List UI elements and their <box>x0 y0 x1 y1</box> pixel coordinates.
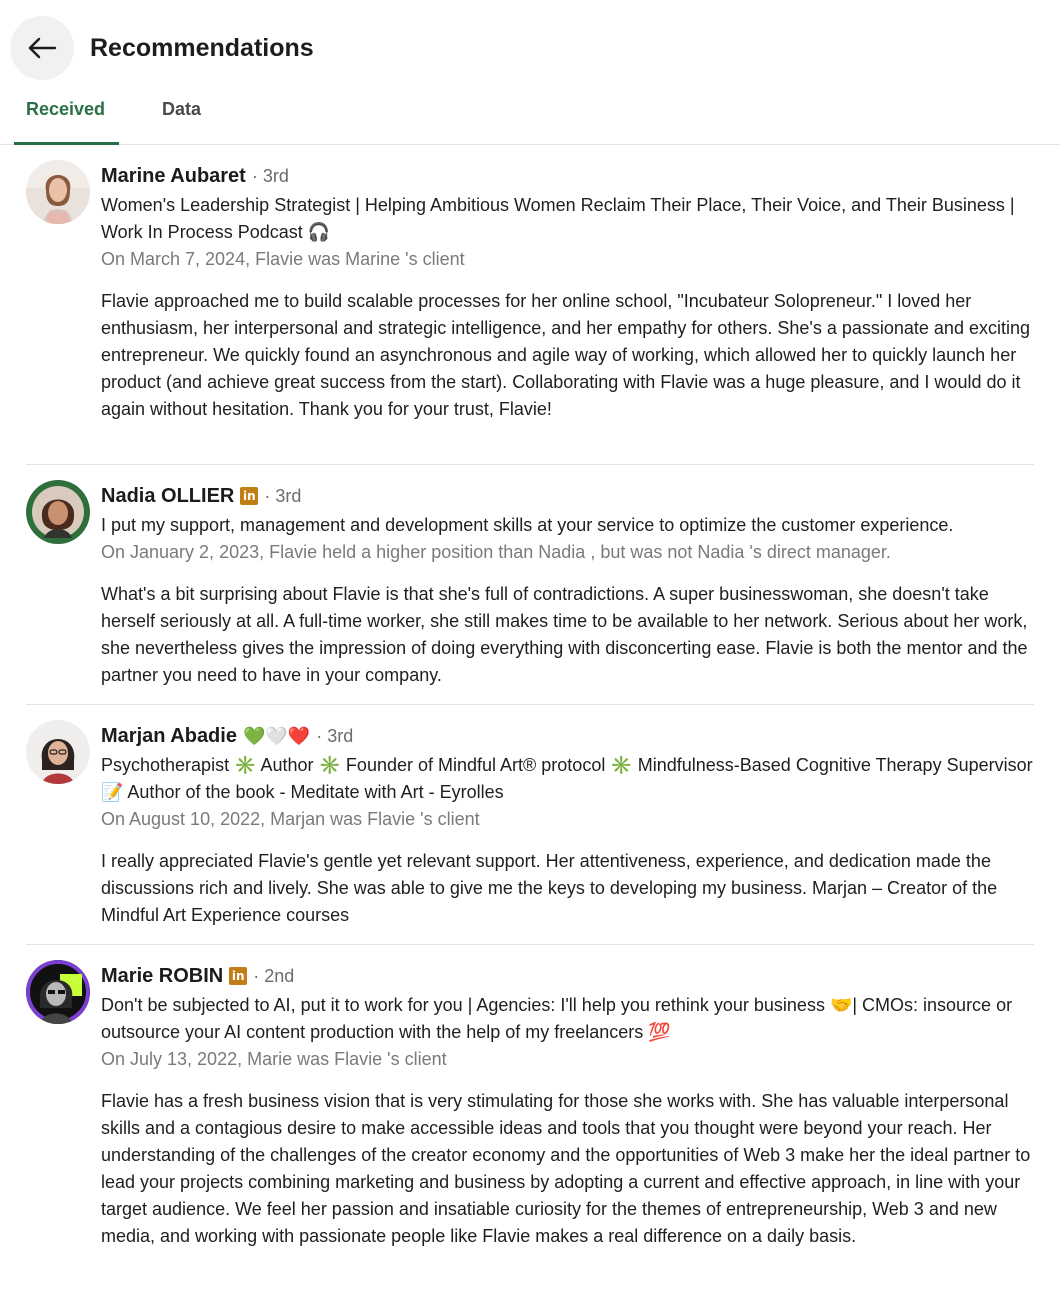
avatar[interactable] <box>26 720 90 784</box>
recommendation-meta: On March 7, 2024, Flavie was Marine 's c… <box>101 249 465 269</box>
active-tab-indicator <box>14 142 119 145</box>
tab-data[interactable]: Data <box>162 99 201 120</box>
name-row: Marjan Abadie 💚🤍❤️ · 3rd <box>101 720 1036 752</box>
recommender-headline: Don't be subjected to AI, put it to work… <box>101 995 1013 1042</box>
connection-degree: · 3rd <box>251 165 289 186</box>
recommender-headline: Psychotherapist ✳️ Author ✳️ Founder of … <box>101 755 1033 802</box>
avatar[interactable] <box>26 480 90 544</box>
connection-degree: · 2nd <box>253 965 295 986</box>
connection-degree: · 3rd <box>264 485 302 506</box>
avatar[interactable] <box>26 960 90 1024</box>
avatar[interactable] <box>26 160 90 224</box>
recommendation-body: Marie ROBIN in · 2nd Don't be subjected … <box>101 960 1036 1250</box>
connection-degree: · 3rd <box>316 725 354 746</box>
recommendation-meta: On July 13, 2022, Marie was Flavie 's cl… <box>101 1049 447 1069</box>
name-row: Nadia OLLIER in · 3rd <box>101 480 1036 512</box>
recommendation-meta: On August 10, 2022, Marjan was Flavie 's… <box>101 809 480 829</box>
name-row: Marine Aubaret · 3rd <box>101 160 1036 192</box>
arrow-left-icon <box>28 37 57 59</box>
page-title: Recommendations <box>90 34 314 62</box>
recommender-headline: Women's Leadership Strategist | Helping … <box>101 195 1015 242</box>
recommendation-text: Flavie approached me to build scalable p… <box>101 291 1030 419</box>
recommendation-body: Nadia OLLIER in · 3rd I put my support, … <box>101 480 1036 689</box>
recommendation-body: Marjan Abadie 💚🤍❤️ · 3rd Psychotherapist… <box>101 720 1036 929</box>
recommendation-text: Flavie has a fresh business vision that … <box>101 1091 1031 1246</box>
recommender-name[interactable]: Marie ROBIN <box>101 965 223 988</box>
tab-received[interactable]: Received <box>26 99 105 120</box>
recommender-headline: I put my support, management and develop… <box>101 515 954 535</box>
divider <box>26 944 1034 945</box>
recommendation-text: I really appreciated Flavie's gentle yet… <box>101 851 998 925</box>
recommendation-meta: On January 2, 2023, Flavie held a higher… <box>101 542 891 562</box>
divider <box>26 704 1034 705</box>
recommendation-body: Marine Aubaret · 3rd Women's Leadership … <box>101 160 1036 423</box>
hearts-emoji-icon: 💚🤍❤️ <box>242 725 311 747</box>
linkedin-badge-icon: in <box>229 967 248 985</box>
recommendation-text: What's a bit surprising about Flavie is … <box>101 584 1028 685</box>
header: Recommendations <box>0 0 1060 95</box>
tab-bar: Received Data <box>0 95 1060 145</box>
back-button[interactable] <box>10 16 74 80</box>
divider <box>26 464 1034 465</box>
recommender-name[interactable]: Marine Aubaret <box>101 165 246 188</box>
name-row: Marie ROBIN in · 2nd <box>101 960 1036 992</box>
recommender-name[interactable]: Marjan Abadie <box>101 725 237 748</box>
linkedin-badge-icon: in <box>240 487 259 505</box>
recommender-name[interactable]: Nadia OLLIER <box>101 485 234 508</box>
